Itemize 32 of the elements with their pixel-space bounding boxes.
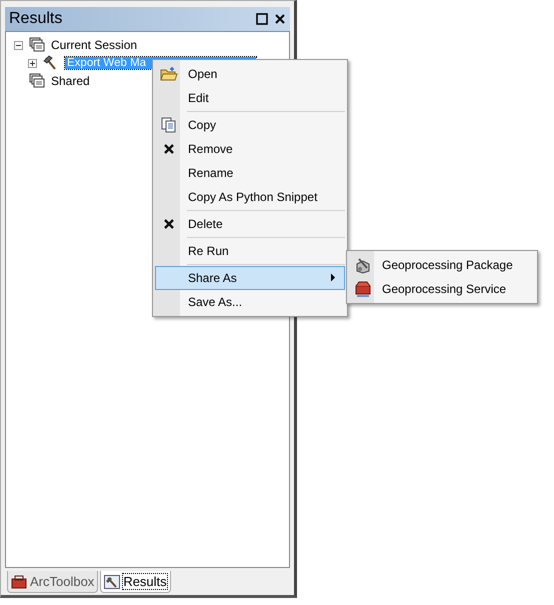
- toolbox-icon: [354, 280, 372, 298]
- maximize-icon[interactable]: [256, 13, 268, 25]
- menu-item[interactable]: Remove: [155, 137, 345, 161]
- panel-tab[interactable]: ArcToolbox: [7, 571, 98, 593]
- copy-icon: [161, 117, 177, 133]
- package-icon: [354, 256, 372, 274]
- folder-icon: [160, 66, 178, 82]
- menu-item[interactable]: Share As: [155, 266, 345, 290]
- expander-icon[interactable]: [14, 40, 25, 50]
- hammer-icon: [104, 574, 120, 588]
- menu-item[interactable]: Geoprocessing Package: [349, 253, 535, 277]
- menu-item[interactable]: Delete: [155, 212, 345, 236]
- delete-icon: [163, 218, 175, 230]
- delete-icon: [163, 143, 175, 155]
- menu-item[interactable]: Copy As Python Snippet: [155, 185, 345, 209]
- menu-item[interactable]: Copy: [155, 113, 345, 137]
- toolbox-icon: [11, 574, 27, 588]
- tree-item[interactable]: Shared: [49, 74, 92, 88]
- menu-item[interactable]: Re Run: [155, 239, 345, 263]
- menu-item[interactable]: Rename: [155, 161, 345, 185]
- close-icon[interactable]: [274, 13, 286, 25]
- panel-title: Results: [9, 10, 64, 28]
- layers-icon: [29, 37, 45, 53]
- layers-icon: [29, 73, 45, 89]
- menu-item[interactable]: Open: [155, 62, 345, 86]
- panel-tab[interactable]: Results: [100, 571, 171, 593]
- menu-item[interactable]: Save As...: [155, 290, 345, 314]
- expander-icon[interactable]: [28, 58, 39, 68]
- menu-item[interactable]: Geoprocessing Service: [349, 277, 535, 301]
- menu-item[interactable]: Edit: [155, 86, 345, 110]
- submenu-arrow-icon: [330, 273, 336, 282]
- tree-item[interactable]: Current Session: [49, 38, 140, 52]
